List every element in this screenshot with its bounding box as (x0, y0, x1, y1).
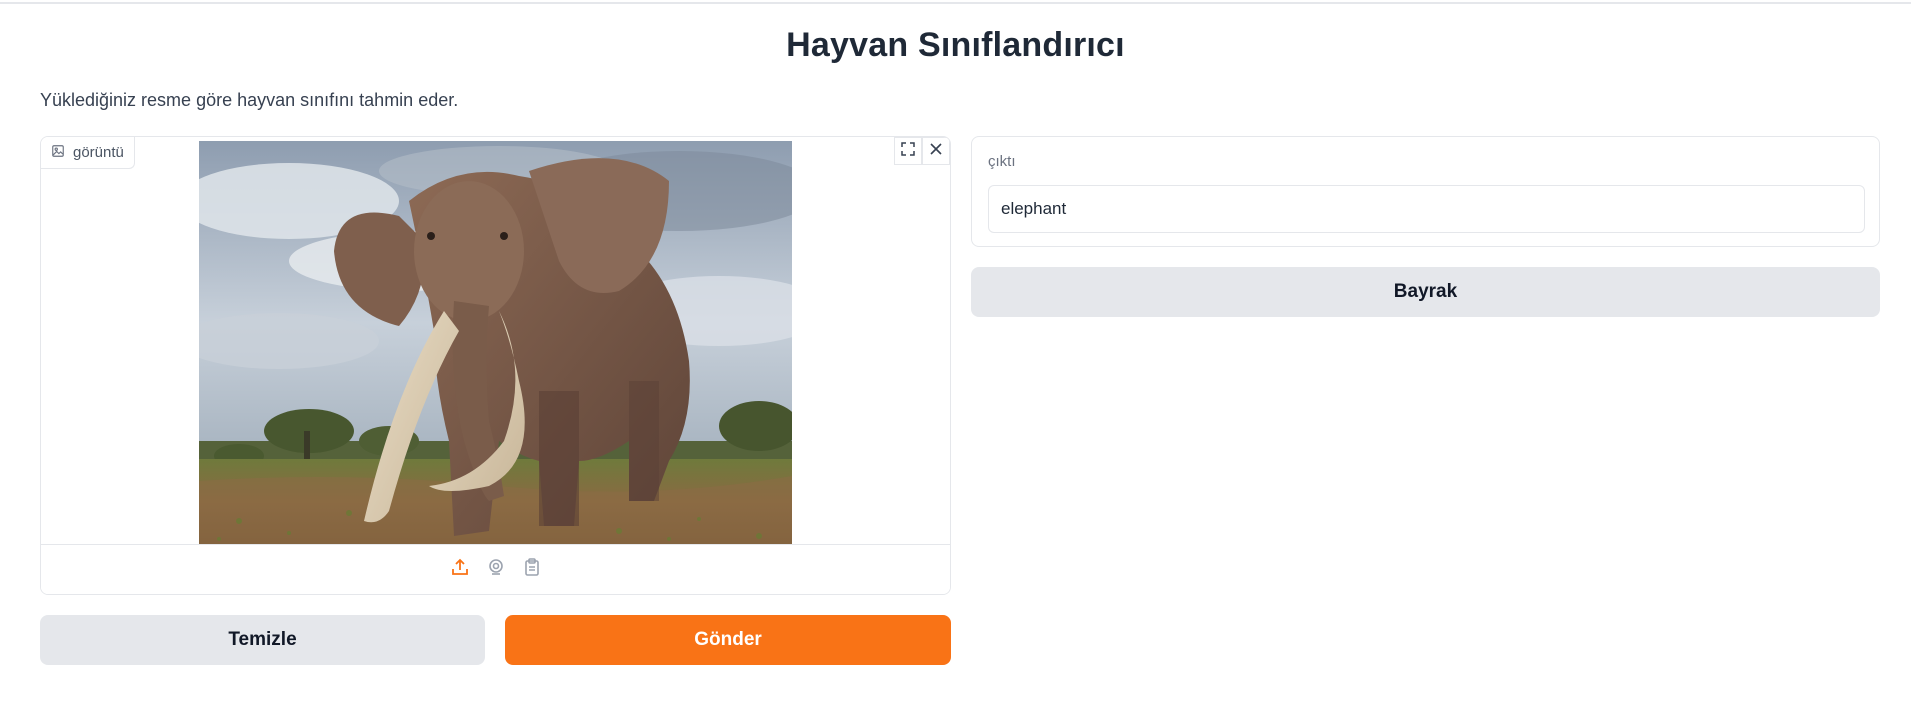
clear-button[interactable]: Temizle (40, 615, 485, 665)
output-panel: çıktı elephant (971, 136, 1880, 247)
image-icon (51, 144, 65, 162)
fullscreen-button[interactable] (894, 137, 922, 165)
image-input-label: görüntü (41, 137, 135, 169)
clear-image-button[interactable] (922, 137, 950, 165)
flag-button[interactable]: Bayrak (971, 267, 1880, 317)
upload-source-button[interactable] (449, 557, 471, 582)
image-input-label-text: görüntü (73, 144, 124, 161)
fullscreen-icon (900, 141, 916, 162)
output-label: çıktı (988, 153, 1016, 170)
image-input-panel[interactable]: görüntü (40, 136, 951, 595)
webcam-icon (486, 557, 506, 582)
page-title: Hayvan Sınıflandırıcı (786, 26, 1125, 64)
output-textbox[interactable]: elephant (988, 185, 1865, 233)
page-description: Yüklediğiniz resme göre hayvan sınıfını … (40, 90, 459, 110)
image-source-bar (41, 544, 950, 594)
uploaded-image (199, 141, 792, 545)
close-icon (928, 141, 944, 162)
webcam-source-button[interactable] (485, 559, 507, 581)
top-divider (0, 0, 1911, 4)
image-panel-tools (894, 137, 950, 165)
submit-button[interactable]: Gönder (505, 615, 951, 665)
clipboard-icon (522, 557, 542, 582)
clipboard-source-button[interactable] (521, 557, 543, 582)
upload-icon (450, 557, 470, 582)
